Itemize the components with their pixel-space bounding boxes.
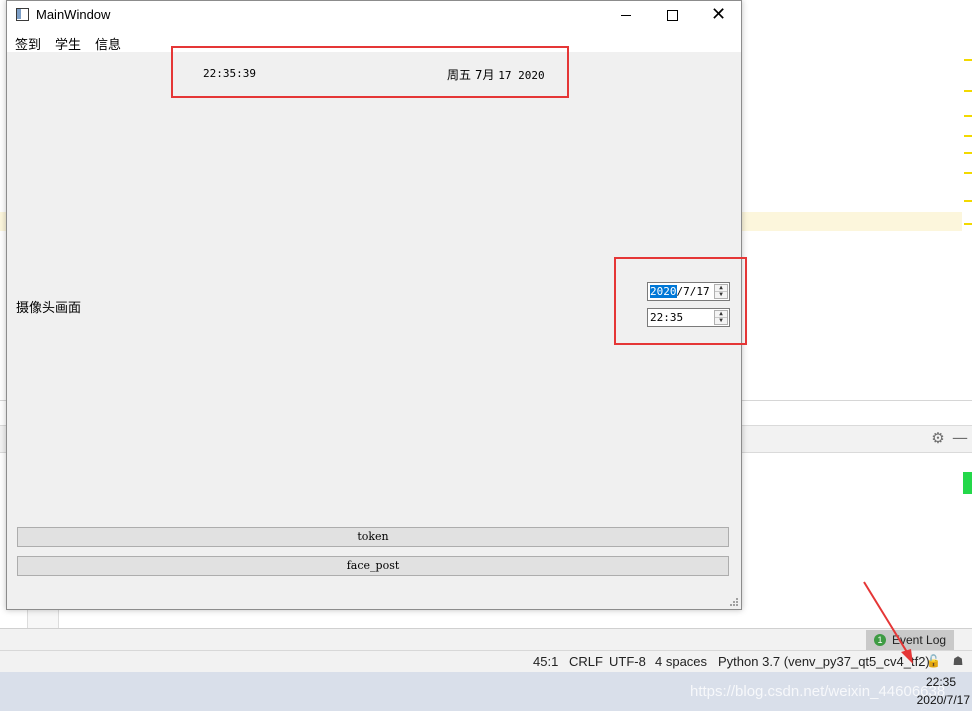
time-edit-spin-buttons[interactable]: ▲ ▼ — [714, 310, 728, 325]
maximize-icon — [667, 10, 678, 21]
annotation-box-clock — [171, 46, 569, 98]
title-bar[interactable]: MainWindow ✕ — [7, 1, 741, 30]
gutter-warning-mark[interactable] — [964, 135, 972, 137]
window-title: MainWindow — [36, 7, 111, 22]
gutter-warning-mark[interactable] — [964, 152, 972, 154]
gutter-warning-mark[interactable] — [964, 90, 972, 92]
python-interpreter[interactable]: Python 3.7 (venv_py37_qt5_cv4_tf2) — [718, 654, 930, 669]
status-bar: 45:1 CRLF UTF-8 4 spaces Python 3.7 (ven… — [0, 650, 972, 673]
token-button[interactable]: token — [17, 527, 729, 547]
spin-down-icon[interactable]: ▼ — [715, 318, 727, 324]
tool-window-tab[interactable] — [27, 608, 59, 628]
date-edit-spin-buttons[interactable]: ▲ ▼ — [714, 284, 728, 299]
face-post-button[interactable]: face_post — [17, 556, 729, 576]
main-window: MainWindow ✕ 签到 学生 信息 22:35:39 周五 7月 17 … — [6, 0, 747, 610]
gutter-warning-mark[interactable] — [964, 115, 972, 117]
run-status-mark — [963, 472, 972, 494]
caret-position[interactable]: 45:1 — [533, 654, 558, 669]
close-button[interactable]: ✕ — [695, 1, 741, 30]
central-widget: 22:35:39 周五 7月 17 2020 摄像头画面 2020/7/17 ▲… — [7, 46, 747, 609]
gear-icon[interactable]: ⚙ — [930, 430, 946, 446]
minimize-button[interactable] — [603, 1, 649, 30]
minus-icon[interactable]: — — [952, 430, 968, 446]
event-log-label: Event Log — [892, 633, 947, 647]
event-count-badge: 1 — [874, 634, 886, 646]
event-log-button[interactable]: 1 Event Log — [866, 630, 954, 650]
file-encoding[interactable]: UTF-8 — [609, 654, 646, 669]
close-icon: ✕ — [711, 4, 727, 25]
indent-setting[interactable]: 4 spaces — [655, 654, 707, 669]
gutter-warning-mark[interactable] — [964, 200, 972, 202]
gutter-warning-mark[interactable] — [964, 59, 972, 61]
menu-info[interactable]: 信息 — [95, 34, 121, 53]
window-app-icon — [16, 8, 29, 21]
line-separator[interactable]: CRLF — [569, 654, 603, 669]
tool-window-bar — [0, 628, 972, 651]
menu-student[interactable]: 学生 — [55, 34, 81, 53]
camera-view-label: 摄像头画面 — [16, 301, 82, 316]
date-edit-rest[interactable]: /7/17 — [677, 285, 710, 298]
date-edit-year[interactable]: 2020 — [650, 285, 677, 298]
inspector-icon[interactable]: ☗ — [951, 654, 965, 668]
gutter-warning-mark[interactable] — [964, 223, 972, 225]
spin-down-icon[interactable]: ▼ — [715, 292, 727, 298]
annotation-box-datetime — [614, 257, 747, 345]
time-edit[interactable]: 22:35 ▲ ▼ — [647, 308, 730, 327]
maximize-button[interactable] — [649, 1, 695, 30]
lock-icon[interactable]: 🔓 — [926, 654, 941, 668]
menu-sign-in[interactable]: 签到 — [15, 34, 41, 53]
minimize-icon — [621, 15, 631, 16]
gutter-warning-mark[interactable] — [964, 172, 972, 174]
date-edit[interactable]: 2020/7/17 ▲ ▼ — [647, 282, 730, 301]
size-grip[interactable] — [730, 598, 738, 606]
time-edit-value[interactable]: 22:35 — [650, 311, 683, 324]
watermark: https://blog.csdn.net/weixin_44606638 — [690, 683, 946, 700]
